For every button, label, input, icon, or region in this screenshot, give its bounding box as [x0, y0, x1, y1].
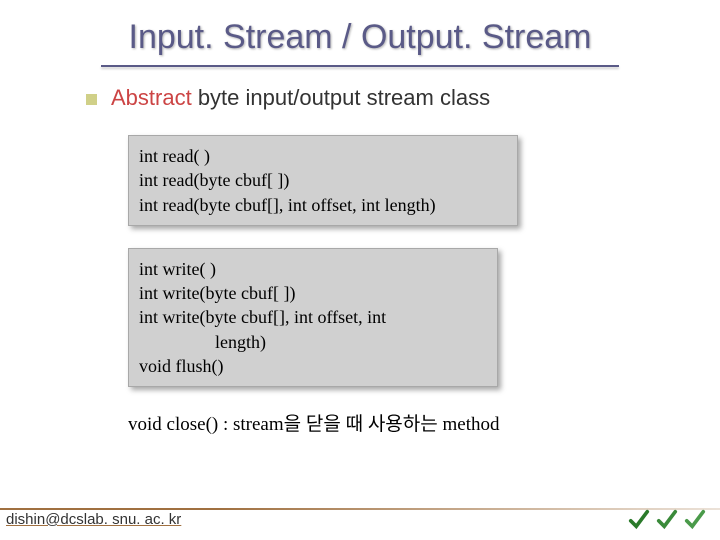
write-methods-box: int write( ) int write(byte cbuf[ ]) int… [128, 248, 498, 387]
slide-title: Input. Stream / Output. Stream [0, 0, 720, 65]
checkmark-logo-icon [628, 506, 650, 532]
title-underline [101, 65, 619, 67]
content-area: Abstract byte input/output stream class … [0, 85, 720, 436]
bullet-rest: byte input/output stream class [192, 85, 490, 110]
code-line: int read( ) [139, 144, 507, 168]
bullet-item: Abstract byte input/output stream class [86, 85, 680, 111]
close-method-line: void close() : stream을 닫을 때 사용하는 method [128, 409, 680, 436]
code-line: int read(byte cbuf[ ]) [139, 168, 507, 192]
code-line: int write( ) [139, 257, 487, 281]
read-methods-box: int read( ) int read(byte cbuf[ ]) int r… [128, 135, 518, 226]
code-line: int read(byte cbuf[], int offset, int le… [139, 193, 507, 217]
checkmark-logo-icon [684, 506, 706, 532]
square-bullet-icon [86, 94, 97, 105]
footer-divider [0, 508, 720, 510]
abstract-word: Abstract [111, 85, 192, 110]
code-line: int write(byte cbuf[ ]) [139, 281, 487, 305]
code-line: void flush() [139, 354, 487, 378]
footer-email: dishin@dcslab. snu. ac. kr [6, 511, 181, 528]
bullet-text: Abstract byte input/output stream class [111, 85, 490, 111]
code-line-indent: length) [139, 330, 487, 354]
footer-logos [628, 506, 706, 532]
code-line: int write(byte cbuf[], int offset, int [139, 305, 487, 329]
checkmark-logo-icon [656, 506, 678, 532]
